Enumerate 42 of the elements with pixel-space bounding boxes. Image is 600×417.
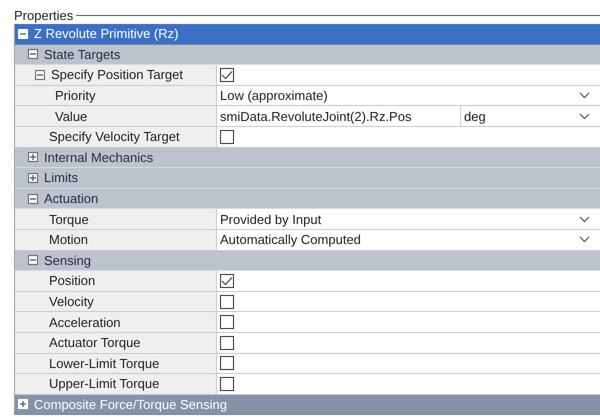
checkbox[interactable]	[220, 294, 234, 309]
property-label: Actuator Torque	[49, 335, 141, 350]
chevron-down-icon[interactable]	[579, 216, 590, 223]
value-field[interactable]: smiData.RevoluteJoint(2).Rz.Pos	[220, 108, 412, 124]
collapse-icon[interactable]	[35, 70, 45, 80]
property-label: Lower-Limit Torque	[49, 356, 160, 371]
checkbox[interactable]	[220, 68, 234, 82]
property-label: Position	[49, 273, 96, 288]
checkbox[interactable]	[220, 315, 234, 330]
expand-icon[interactable]	[28, 172, 38, 183]
chevron-down-icon[interactable]	[579, 112, 590, 120]
property-label: Acceleration	[49, 314, 121, 330]
dropdown-value[interactable]: Low (approximate)	[220, 88, 328, 104]
checkbox[interactable]	[220, 336, 234, 350]
property-label: Velocity	[49, 294, 94, 310]
unit-dropdown[interactable]: deg	[464, 108, 486, 124]
property-label: Upper-Limit Torque	[49, 376, 160, 392]
panel-title: Properties	[14, 8, 74, 22]
chevron-down-icon[interactable]	[579, 236, 590, 244]
property-label: Value	[55, 108, 88, 124]
property-label: Priority	[55, 88, 96, 104]
checkbox[interactable]	[220, 356, 234, 370]
chevron-down-icon[interactable]	[579, 92, 590, 100]
group-header[interactable]: Internal Mechanics	[15, 148, 600, 168]
collapse-icon[interactable]	[28, 49, 38, 60]
checkbox[interactable]	[220, 376, 234, 391]
property-label: Specify Velocity Target	[49, 129, 180, 144]
group-header[interactable]: Sensing	[15, 250, 600, 272]
dropdown-value[interactable]: Automatically Computed	[220, 232, 361, 248]
checkbox[interactable]	[220, 130, 234, 144]
group-header[interactable]: State Targets	[15, 44, 600, 66]
collapse-icon[interactable]	[28, 255, 38, 266]
category-header[interactable]: Z Revolute Primitive (Rz)	[15, 24, 600, 45]
property-label: Specify Position Target	[51, 67, 183, 82]
expand-icon[interactable]	[28, 152, 38, 162]
collapse-icon[interactable]	[28, 194, 38, 204]
property-label: Motion	[49, 232, 88, 248]
dropdown-value[interactable]: Provided by Input	[220, 212, 322, 227]
checkbox[interactable]	[220, 274, 234, 288]
group-header[interactable]: Limits	[15, 168, 600, 189]
property-label: Torque	[49, 212, 89, 227]
group-header[interactable]: Actuation	[15, 188, 600, 210]
